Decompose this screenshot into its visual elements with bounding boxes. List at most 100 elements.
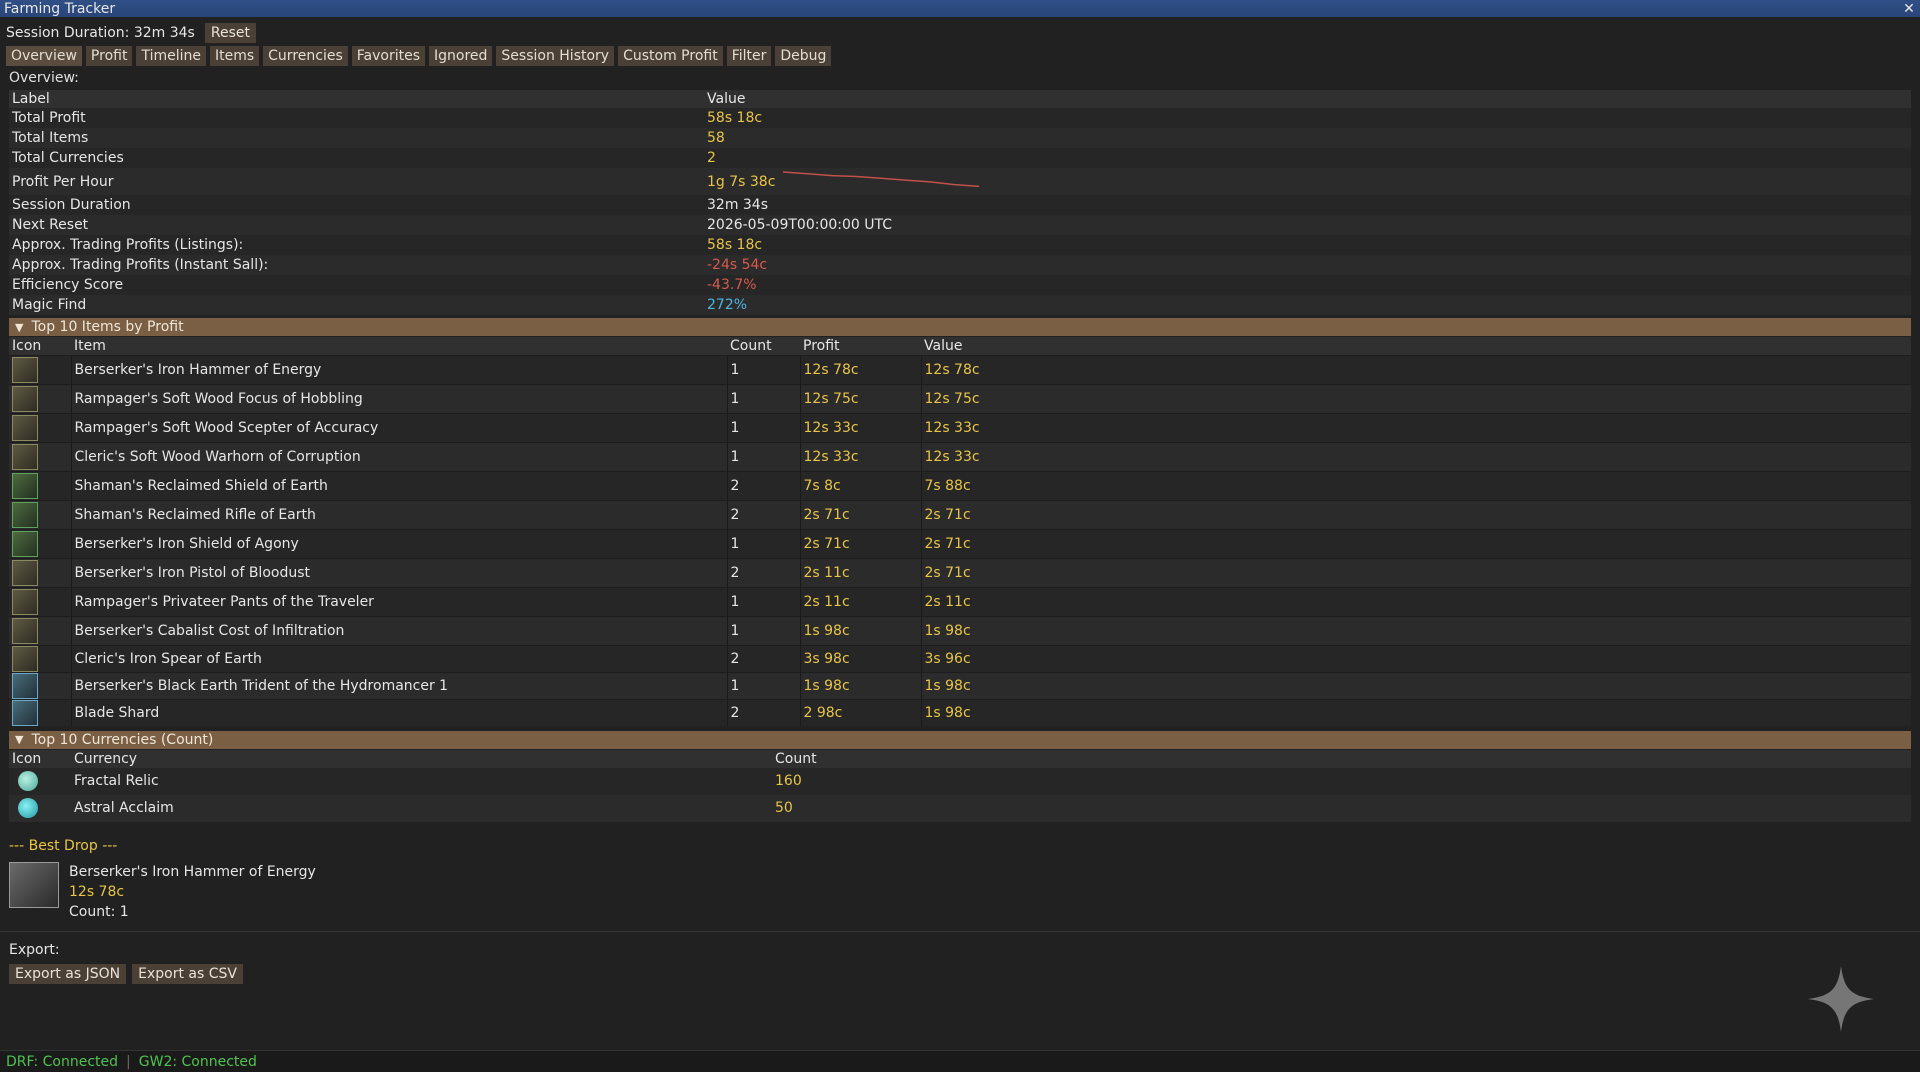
status-separator: | [126,1053,131,1070]
overview-label: Total Items [9,128,704,148]
pistol-icon [12,559,38,586]
best-drop-item: Berserker's Iron Hammer of Energy [69,863,316,880]
item-name: Cleric's Iron Spear of Earth [70,644,727,672]
tab-overview[interactable]: Overview [6,46,82,66]
currencies-col-currency[interactable]: Currency [71,749,772,768]
tab-ignored[interactable]: Ignored [429,46,493,66]
table-row[interactable]: Cleric's Iron Spear of Earth 2 3s 98c 3s 96… [9,644,1911,672]
overview-value-cell: 2026-05-09T00:00:00 UTC [704,215,1911,235]
tab-custom-profit[interactable]: Custom Profit [618,46,723,66]
item-count: 1 [726,441,800,471]
export-label: Export: [9,941,60,958]
item-icon-cell [9,470,71,500]
item-profit: 2s 11c [799,557,921,587]
spear-icon [12,645,38,672]
tab-filter[interactable]: Filter [726,46,772,66]
tab-favorites[interactable]: Favorites [351,46,425,66]
overview-value-cell: 2 [704,148,1911,168]
table-row[interactable]: Shaman's Reclaimed Rifle of Earth 2 2s 71c… [9,499,1911,529]
table-row[interactable]: Cleric's Soft Wood Warhorn of Corruption… [9,441,1911,471]
export-json-button[interactable]: Export as JSON [9,963,127,984]
table-row[interactable]: Rampager's Soft Wood Focus of Hobbling 1 1… [9,383,1911,413]
item-count: 1 [726,615,800,645]
item-name: Rampager's Privateer Pants of the Travel… [70,586,727,616]
overview-value: 272% [707,297,748,313]
item-profit: 2s 71c [799,499,921,529]
session-row: Session Duration: 32m 34s Reset [0,21,1920,44]
item-value: 7s 88c [920,470,1911,500]
item-icon-cell [9,412,71,442]
item-value: 12s 78c [920,354,1911,384]
item-count: 1 [726,383,800,413]
overview-value-cell: 272% [704,295,1911,315]
items-col-item[interactable]: Item [71,337,727,355]
table-row[interactable]: Rampager's Privateer Pants of the Travel… [9,586,1911,616]
item-icon-cell [9,671,71,699]
collapse-triangle-icon: ▼ [15,733,24,746]
export-csv-button[interactable]: Export as CSV [132,963,243,984]
items-col-count[interactable]: Count [727,337,800,355]
table-row[interactable]: Blade Shard 2 2 98c 1s 98c [9,698,1911,726]
tab-profit[interactable]: Profit [85,46,133,66]
top-currencies-header[interactable]: ▼ Top 10 Currencies (Count) [9,730,1911,749]
currency-count: 50 [772,794,1911,822]
overview-value: 2 [707,150,716,166]
tab-items[interactable]: Items [209,46,260,66]
table-row[interactable]: Astral Acclaim 50 [9,794,1911,822]
items-col-value[interactable]: Value [921,337,1911,355]
window-title: Farming Tracker [4,0,116,17]
overview-row: Profit Per Hour 1g 7s 38c [9,168,1911,195]
trident-icon [12,672,38,699]
table-row[interactable]: Rampager's Soft Wood Scepter of Accuracy… [9,412,1911,442]
items-col-profit[interactable]: Profit [800,337,921,355]
item-icon-cell [9,644,71,672]
title-bar[interactable]: Farming Tracker ✕ [0,0,1920,17]
table-row[interactable]: Berserker's Iron Shield of Agony 1 2s 71c 2… [9,528,1911,558]
pants-icon [12,588,38,615]
tab-debug[interactable]: Debug [775,46,832,66]
table-row[interactable]: Fractal Relic 160 [9,767,1911,795]
overview-label: Session Duration [9,195,704,215]
table-row[interactable]: Berserker's Iron Hammer of Energy 1 12s 78… [9,354,1911,384]
reset-button[interactable]: Reset [204,22,256,43]
currency-name: Astral Acclaim [71,794,772,822]
overview-label: Magic Find [9,295,704,315]
top-items-header[interactable]: ▼ Top 10 Items by Profit [9,318,1911,336]
table-row[interactable]: Berserker's Black Earth Trident of the H… [9,671,1911,699]
divider [0,930,1920,932]
currencies-col-icon[interactable]: Icon [9,749,71,768]
best-drop-section: --- Best Drop --- Berserker's Iron Hamme… [9,838,1911,922]
farming-tracker-window: Farming Tracker ✕ Session Duration: 32m … [0,0,1920,1072]
item-icon-cell [9,557,71,587]
item-count: 1 [726,586,800,616]
overview-label: Approx. Trading Profits (Listings): [9,235,704,255]
overview-row: Session Duration 32m 34s [9,195,1911,215]
tab-timeline[interactable]: Timeline [136,46,206,66]
astral-acclaim-icon [18,798,38,818]
currency-icon-cell [9,767,71,795]
overview-value-cell: 58s 18c [704,235,1911,255]
overview-value: 1g 7s 38c [707,173,776,190]
tab-session-history[interactable]: Session History [496,46,615,66]
table-row[interactable]: Shaman's Reclaimed Shield of Earth 2 7s 8c… [9,470,1911,500]
tab-currencies[interactable]: Currencies [263,46,348,66]
item-name: Shaman's Reclaimed Shield of Earth [70,470,727,500]
item-profit: 2 98c [799,698,921,726]
items-col-icon[interactable]: Icon [9,337,71,355]
item-icon-cell [9,354,71,384]
item-profit: 12s 33c [799,412,921,442]
close-icon[interactable]: ✕ [1902,1,1916,17]
currencies-col-count[interactable]: Count [772,749,1911,768]
overview-row: Total Items 58 [9,128,1911,148]
table-row[interactable]: Berserker's Iron Pistol of Bloodust 2 2s 1… [9,557,1911,587]
overview-value-cell: -43.7% [704,275,1911,295]
item-value: 12s 33c [920,412,1911,442]
table-row[interactable]: Berserker's Cabalist Cost of Infiltratio… [9,615,1911,645]
item-name: Blade Shard [70,698,727,726]
overview-row: Approx. Trading Profits (Listings): 58s 1… [9,235,1911,255]
overview-value: 58 [707,130,725,146]
overview-label: Total Currencies [9,148,704,168]
collapse-triangle-icon: ▼ [15,320,24,334]
currency-count: 160 [772,767,1911,795]
overview-label: Total Profit [9,108,704,128]
